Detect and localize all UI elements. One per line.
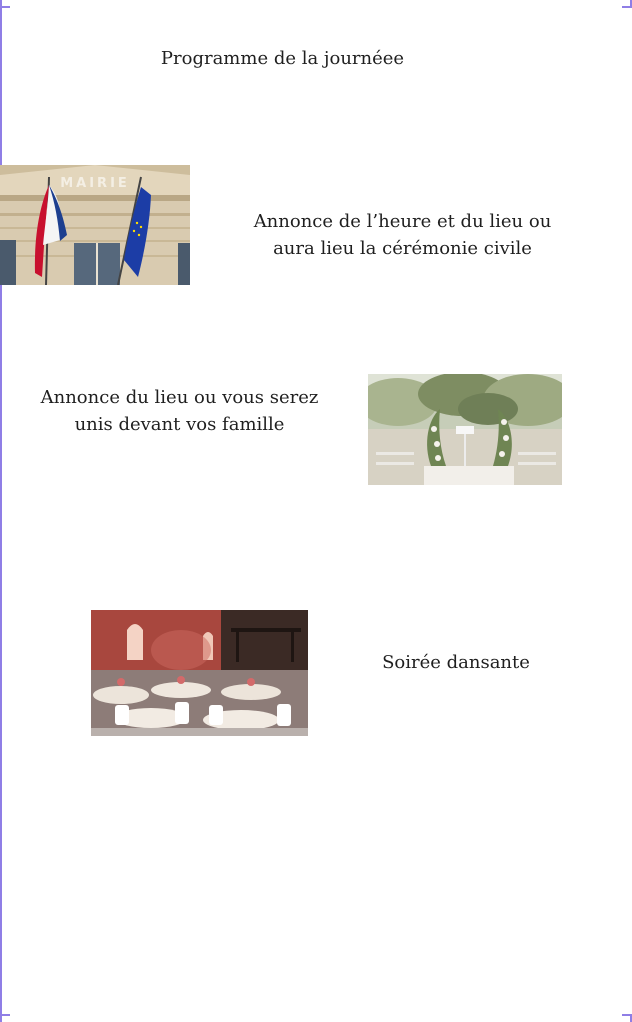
frame-corner-bottom-left	[0, 1014, 10, 1022]
reception-hall-photo	[91, 610, 308, 736]
frame-corner-bottom-right	[622, 1014, 632, 1022]
garden-ceremony-photo	[368, 374, 562, 485]
dance-party-text: Soirée dansante	[382, 652, 530, 673]
mairie-sign: MAIRIE	[60, 176, 130, 191]
venue-announcement-text: Annonce du lieu ou vous serez unis devan…	[40, 387, 319, 435]
frame-corner-top-right	[622, 0, 632, 8]
civil-ceremony-text: Annonce de l’heure et du lieu ou aura li…	[253, 211, 552, 259]
frame-corner-top-left	[0, 0, 10, 8]
town-hall-photo: MAIRIE	[0, 165, 190, 285]
page-frame-edge	[0, 0, 2, 1022]
page-title: Programme de la journéee	[160, 48, 405, 69]
